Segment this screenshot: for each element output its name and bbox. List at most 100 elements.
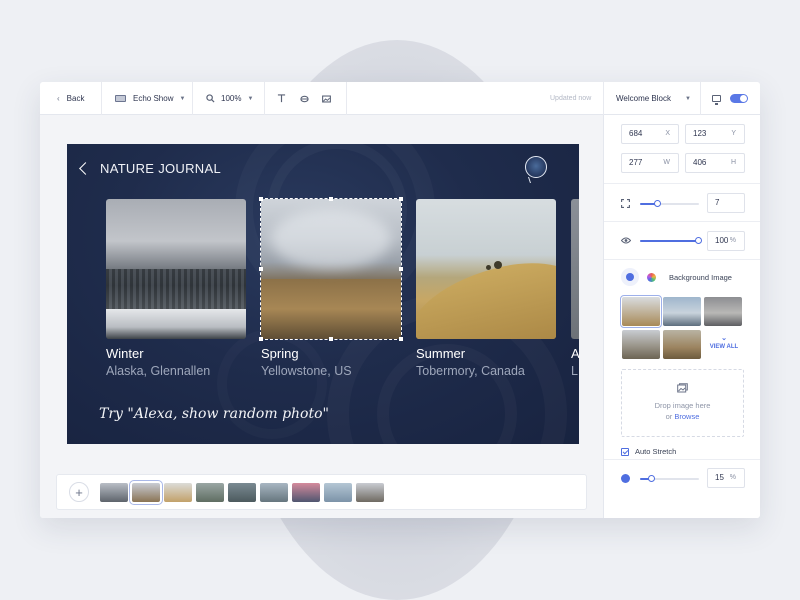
radius-section: 7 <box>604 184 760 222</box>
slide-thumb[interactable] <box>100 482 128 502</box>
radius-value: 7 <box>715 198 720 207</box>
slide-thumb[interactable] <box>324 482 352 502</box>
h-value: 406 <box>693 158 707 167</box>
x-label: X <box>665 130 670 137</box>
shape-tool-button[interactable] <box>300 82 309 115</box>
chevron-left-icon: ‹ <box>57 94 60 103</box>
bg-thumb[interactable] <box>620 295 662 328</box>
zoom-label: 100% <box>221 94 242 103</box>
color-mode-button[interactable] <box>642 268 660 286</box>
slide-thumb[interactable] <box>164 482 192 502</box>
photo-spring <box>261 199 401 339</box>
slide-thumb[interactable] <box>228 482 256 502</box>
zoom-select[interactable]: 100% ▼ <box>206 82 253 115</box>
height-input[interactable]: 406 H <box>685 153 745 173</box>
or-text: or <box>665 412 673 421</box>
image-mode-button[interactable] <box>621 268 639 286</box>
y-input[interactable]: 123 Y <box>685 124 745 144</box>
opacity-slider[interactable] <box>640 237 702 244</box>
toolbar: ‹ Back Echo Show ▼ 100% ▼ Updated now We… <box>40 82 760 115</box>
back-label: Back <box>66 94 85 103</box>
expand-icon <box>621 199 630 208</box>
photo-card-winter[interactable]: Winter Alaska, Glennallen <box>106 199 246 378</box>
color-palette-icon <box>646 272 656 282</box>
position-section: 684 X 123 Y 277 W 406 H <box>604 115 760 184</box>
slide-thumb[interactable] <box>292 482 320 502</box>
card-title: Spring <box>261 346 299 361</box>
properties-panel: 684 X 123 Y 277 W 406 H 7 100 % Backgrou… <box>603 115 760 518</box>
view-all-link[interactable]: ⌄ VIEW ALL <box>704 334 744 350</box>
background-image-label: Background Image <box>669 273 732 282</box>
blur-input[interactable]: 15 % <box>707 468 745 488</box>
radius-slider[interactable] <box>640 200 699 207</box>
chevron-left-icon[interactable] <box>79 162 92 175</box>
photo-winter <box>106 199 246 339</box>
blur-value: 15 <box>715 473 724 482</box>
stage-title: NATURE JOURNAL <box>100 161 221 176</box>
drop-text: Drop image here <box>654 401 711 410</box>
text-tool-button[interactable] <box>277 82 286 115</box>
block-select[interactable]: Welcome Block ▼ <box>616 82 691 115</box>
blur-slider[interactable] <box>640 475 699 482</box>
radius-input[interactable]: 7 <box>707 193 745 213</box>
caret-down-icon: ▼ <box>247 95 254 102</box>
chevron-down-icon: ⌄ <box>721 335 727 342</box>
eye-icon <box>621 237 631 244</box>
card-subtitle: L <box>571 364 578 378</box>
text-tool-icon <box>277 94 286 103</box>
x-input[interactable]: 684 X <box>621 124 679 144</box>
opacity-input[interactable]: 100 % <box>707 231 745 251</box>
y-label: Y <box>731 130 736 137</box>
browse-link[interactable]: Browse <box>674 412 699 421</box>
image-icon <box>626 273 634 281</box>
bg-thumb[interactable] <box>663 330 701 359</box>
bg-thumb[interactable] <box>622 330 660 359</box>
alexa-icon <box>525 156 547 178</box>
opacity-section: 100 % <box>604 222 760 260</box>
device-select[interactable]: Echo Show ▼ <box>115 82 185 115</box>
slide-thumb[interactable] <box>356 482 384 502</box>
photo-card-summer[interactable]: Summer Tobermory, Canada <box>416 199 556 378</box>
photo-card-next[interactable]: A L <box>571 199 579 378</box>
add-slide-button[interactable]: + <box>69 482 89 502</box>
back-button[interactable]: ‹ Back <box>57 82 84 115</box>
photo-summer <box>416 199 556 339</box>
caret-down-icon: ▼ <box>179 95 186 102</box>
preview-toggle[interactable] <box>730 94 748 103</box>
slide-thumb[interactable] <box>196 482 224 502</box>
device-icon <box>115 95 126 102</box>
voice-hint: Try "Alexa, show random photo" <box>99 406 329 422</box>
slide-thumb[interactable] <box>129 479 163 505</box>
width-input[interactable]: 277 W <box>621 153 679 173</box>
image-tool-button[interactable] <box>322 82 331 115</box>
editor-window: ‹ Back Echo Show ▼ 100% ▼ Updated now We… <box>40 82 760 518</box>
canvas-area: NATURE JOURNAL Winter Alaska, Glennallen <box>40 115 603 518</box>
opacity-unit: % <box>729 237 736 244</box>
slide-thumb[interactable] <box>260 482 288 502</box>
y-value: 123 <box>693 129 707 138</box>
image-tool-icon <box>322 94 331 103</box>
auto-stretch-checkbox[interactable] <box>621 448 629 456</box>
view-all-label: VIEW ALL <box>709 344 739 350</box>
stage-header[interactable]: NATURE JOURNAL <box>79 161 221 176</box>
color-dot-icon[interactable] <box>621 474 630 483</box>
bg-thumb[interactable] <box>663 297 701 326</box>
plus-icon: + <box>75 484 83 500</box>
image-upload-icon <box>677 383 688 393</box>
block-label: Welcome Block <box>616 94 671 103</box>
card-title: Summer <box>416 346 466 361</box>
caret-down-icon: ▼ <box>684 95 691 102</box>
opacity-value: 100 <box>715 236 729 245</box>
auto-stretch-label: Auto Stretch <box>635 447 677 456</box>
photo-card-spring[interactable]: Spring Yellowstone, US <box>259 197 403 378</box>
card-subtitle: Alaska, Glennallen <box>106 364 211 378</box>
filmstrip: + <box>56 474 587 510</box>
card-subtitle: Yellowstone, US <box>261 364 352 378</box>
h-label: H <box>730 159 736 166</box>
bg-thumb[interactable] <box>704 297 742 326</box>
status-text: Updated now <box>550 95 592 102</box>
card-subtitle: Tobermory, Canada <box>416 364 525 378</box>
w-value: 277 <box>629 158 643 167</box>
image-dropzone[interactable]: Drop image here or Browse <box>621 369 744 437</box>
monitor-icon[interactable] <box>712 95 721 105</box>
